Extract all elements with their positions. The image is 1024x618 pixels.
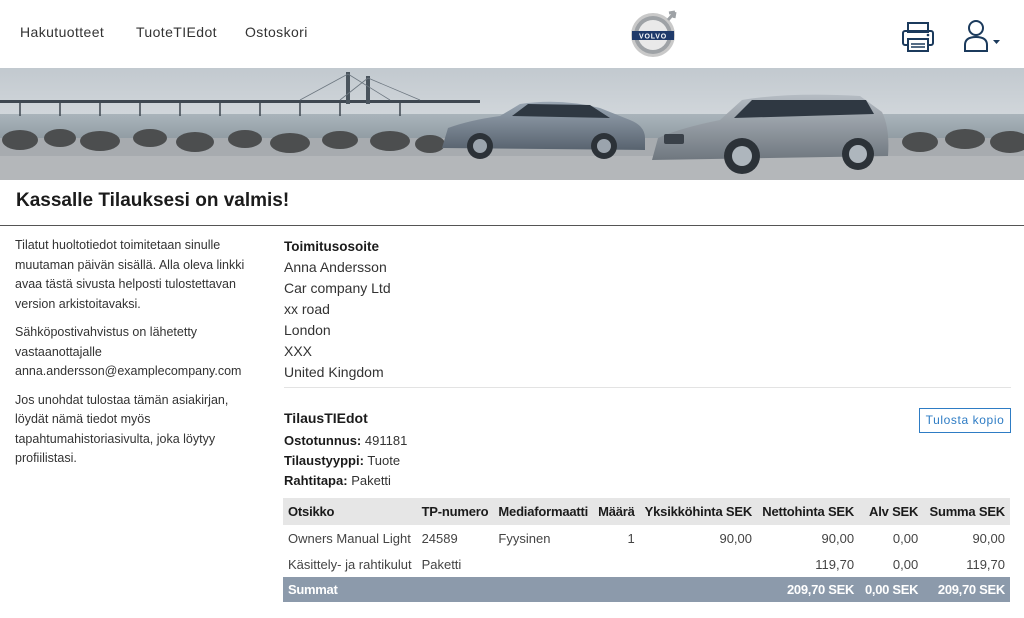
column-header: Määrä [593,498,640,525]
title-divider [0,225,1024,226]
table-cell: Paketti [421,556,462,572]
table-cell: 119,70 [815,556,855,572]
caret-down-icon [993,40,1000,44]
table-cell: Käsittely- ja rahtikulut [288,556,412,572]
table-cell [493,551,593,577]
address-divider [284,387,1011,388]
address-label: Toimitusosoite [284,239,380,254]
address-line: Car company Ltd [284,280,391,296]
order-number-row: Ostotunnus: 491181 [284,431,407,451]
delivery-info-text: Tilatut huoltotiedot toimitetaan sinulle… [15,238,245,311]
column-header: Yksikköhinta SEK [639,498,758,525]
order-items-table: Otsikko TP-numero Mediaformaatti Määrä Y… [283,498,1010,602]
table-cell [593,577,640,602]
summary-row: Summat 209,70 SEK 0,00 SEK 209,70 SEK [283,577,1010,602]
order-type-label: Tilaustyyppi: [284,453,364,468]
column-header: Mediaformaatti [493,498,594,525]
address-line: London [284,322,331,338]
table-row: Käsittely- ja rahtikulut Paketti 119,70 … [283,551,1010,577]
table-cell: Fyysinen [498,530,551,546]
column-header: Otsikko [283,498,417,525]
table-cell [593,551,640,577]
address-line: xx road [284,301,330,317]
volvo-logo[interactable]: VOLVO [628,8,680,60]
shipping-method-value: Paketti [351,473,391,488]
column-header: Summa SEK [923,498,1010,525]
table-header-row: Otsikko TP-numero Mediaformaatti Määrä Y… [283,498,1010,525]
table-cell: 0,00 [892,556,919,572]
table-cell: 90,00 [821,530,855,546]
column-header: Nettohinta SEK [757,498,860,525]
print-copy-button[interactable]: Tulosta kopio [919,408,1011,433]
table-cell: 0,00 [892,530,919,546]
banner-image [0,68,1024,180]
table-cell: 24589 [421,530,458,546]
summary-grand-total: 209,70 SEK [923,577,1010,602]
order-heading: TilausTIEdot [284,410,368,426]
address-line: Anna Andersson [284,259,387,275]
user-icon [964,20,1000,52]
table-cell: 90,00 [719,530,753,546]
table-cell [640,551,757,577]
column-header: TP-numero [416,498,494,525]
table-cell: 1 [627,530,635,546]
order-type-value: Tuote [367,453,401,468]
order-type-row: Tilaustyyppi: Tuote [284,451,407,471]
column-header: Alv SEK [859,498,924,525]
nav-link-product-info[interactable]: TuoteTIEdot [136,24,217,40]
logo-text: VOLVO [639,34,667,41]
order-number-label: Ostotunnus: [284,433,362,448]
nav-link-search-products[interactable]: Hakutuotteet [20,24,104,40]
shipping-method-row: Rahtitapa: Paketti [284,471,407,491]
table-cell: Owners Manual Light [288,530,411,546]
order-details: TilausTIEdot Ostotunnus: 491181 Tilausty… [284,410,407,491]
history-info-text: Jos unohdat tulostaa tämän asiakirjan, l… [15,392,229,466]
nav-link-cart[interactable]: Ostoskori [245,24,308,40]
table-cell: 90,00 [972,530,1005,546]
summary-net-total: 209,70 SEK [757,577,860,602]
hero-banner [0,68,1024,180]
table-cell: 119,70 [966,556,1005,572]
delivery-address: Toimitusosoite Anna Andersson Car compan… [284,236,584,383]
email-confirmation-text: Sähköpostivahvistus on lähetetty vastaan… [15,325,242,378]
order-number-value: 491181 [364,433,408,448]
top-navigation: Hakutuotteet TuoteTIEdot Ostoskori VOLVO [0,0,1024,68]
confirmation-info: Tilatut huoltotiedot toimitetaan sinulle… [15,236,255,478]
summary-vat-total: 0,00 SEK [859,577,924,602]
table-cell [416,577,494,602]
table-row: Owners Manual Light 24589 Fyysinen 1 90,… [283,525,1010,551]
summary-label: Summat [283,577,417,602]
address-line: United Kingdom [284,364,384,380]
table-cell [639,577,758,602]
address-line: XXX [284,343,313,359]
page-title: Kassalle Tilauksesi on valmis! [16,190,290,211]
shipping-method-label: Rahtitapa: [284,473,348,488]
user-menu-button[interactable] [960,18,1004,54]
table-cell [493,577,594,602]
printer-icon[interactable] [900,20,936,54]
